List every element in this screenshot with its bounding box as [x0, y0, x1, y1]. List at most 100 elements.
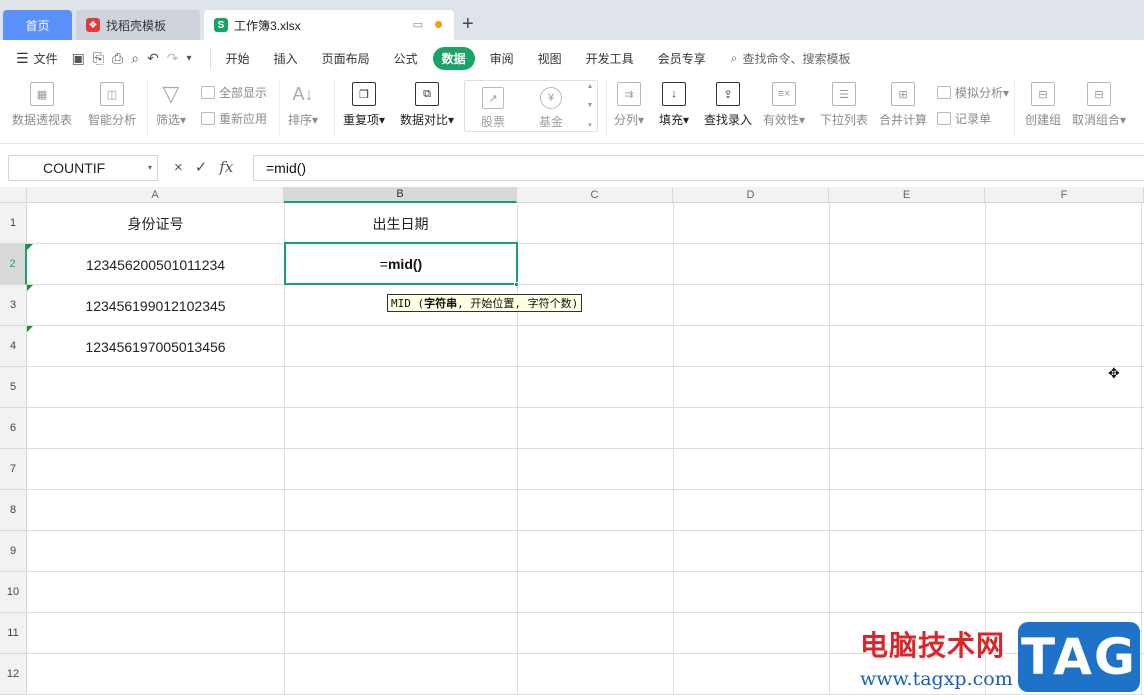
col-header-c[interactable]: C — [517, 187, 673, 203]
cell-b1-text: 出生日期 — [372, 215, 429, 232]
cancel-icon[interactable]: × — [174, 159, 183, 176]
stock-button[interactable]: ↗ 股票 — [481, 87, 505, 130]
filter-label: 筛选▾ — [156, 113, 187, 127]
duplicate-button[interactable]: ❐ 重复项▾ — [343, 82, 385, 128]
col-header-b[interactable]: B — [284, 187, 517, 203]
tooltip-function: MID ( — [391, 296, 425, 310]
name-box[interactable]: COUNTIF ▾ — [8, 155, 158, 181]
tab-template[interactable]: ❖ 找稻壳模板 — [76, 10, 200, 40]
new-tab-button[interactable]: + — [462, 12, 474, 36]
dropdown-list-button[interactable]: ☰ 下拉列表 — [820, 82, 868, 128]
confirm-icon[interactable]: ✓ — [195, 158, 208, 176]
cell-a2[interactable]: 123456200501011234 — [27, 244, 284, 285]
docer-logo-icon: ❖ — [86, 18, 100, 32]
preview-icon[interactable]: ⌕ — [131, 50, 139, 67]
ribbon: ▦ 数据透视表 ◫ 智能分析 ▽ 筛选▾ 全部显示 重新应用 A↓ 排序▾ ❐ … — [0, 76, 1144, 144]
ungroup-button[interactable]: ⊟ 取消组合▾ — [1072, 82, 1126, 128]
smart-analysis-icon: ◫ — [100, 82, 124, 106]
tab-workbook[interactable]: S 工作簿3.xlsx ▭ — [204, 10, 454, 40]
scroll-down-icon[interactable]: ▼ — [587, 102, 594, 109]
file-menu[interactable]: ☰ 文件 — [16, 50, 58, 67]
grid-line — [27, 571, 1144, 572]
consolidate-icon: ⊞ — [891, 82, 915, 106]
lookup-entry-button[interactable]: ⇪ 查找录入 — [704, 82, 752, 128]
dropdown-list-label: 下拉列表 — [820, 113, 869, 127]
col-header-e[interactable]: E — [829, 187, 985, 203]
active-cell-b2[interactable]: = mid() — [284, 242, 518, 285]
tab-workbook-label: 工作簿3.xlsx — [234, 18, 301, 33]
menu-start[interactable]: 开始 — [217, 47, 259, 70]
chevron-down-icon[interactable]: ▾ — [187, 53, 192, 64]
split-column-button[interactable]: ⇉ 分列▾ — [614, 82, 644, 128]
menu-member[interactable]: 会员专享 — [649, 47, 715, 70]
cell-b1[interactable]: 出生日期 — [284, 203, 517, 244]
menu-review[interactable]: 审阅 — [481, 47, 523, 70]
col-header-d[interactable]: D — [673, 187, 829, 203]
row-header-7[interactable]: 7 — [0, 449, 27, 490]
fill-handle[interactable] — [514, 282, 519, 287]
row-header-3[interactable]: 3 — [0, 285, 27, 326]
simulate-analysis-button[interactable]: 模拟分析▾ — [937, 84, 1009, 101]
data-compare-button[interactable]: ⧉ 数据对比▾ — [400, 82, 454, 128]
undo-icon[interactable]: ↶ — [147, 50, 159, 67]
row-header-6[interactable]: 6 — [0, 408, 27, 449]
watermark-url: www.tagxp.com — [860, 668, 1013, 690]
print-icon[interactable]: ⎙ — [112, 50, 123, 67]
pivot-table-button[interactable]: ▦ 数据透视表 — [12, 82, 72, 128]
cell-a3[interactable]: 123456199012102345 — [27, 285, 284, 326]
menu-page-layout[interactable]: 页面布局 — [313, 47, 379, 70]
row-header-11[interactable]: 11 — [0, 613, 27, 654]
tooltip-rest: , 开始位置, 字符个数) — [457, 297, 579, 310]
create-group-button[interactable]: ⊟ 创建组 — [1025, 82, 1061, 128]
cell-a4[interactable]: 123456197005013456 — [27, 326, 284, 367]
export-icon[interactable]: ⎘ — [93, 50, 104, 67]
select-all-corner[interactable] — [0, 187, 27, 203]
fill-button[interactable]: ↓ 填充▾ — [659, 82, 689, 128]
row-header-12[interactable]: 12 — [0, 654, 27, 695]
col-header-a[interactable]: A — [27, 187, 284, 203]
fund-button[interactable]: ¥ 基金 — [539, 87, 563, 130]
insert-function-icon[interactable]: fx — [219, 158, 233, 176]
chevron-down-icon[interactable]: ▾ — [148, 163, 152, 172]
row-header-2[interactable]: 2 — [0, 244, 27, 285]
monitor-icon[interactable]: ▭ — [413, 18, 423, 31]
smart-analysis-label: 智能分析 — [88, 113, 137, 127]
menu-data[interactable]: 数据 — [432, 46, 475, 70]
filter-button[interactable]: ▽ 筛选▾ — [156, 81, 187, 128]
sort-button[interactable]: A↓ 排序▾ — [288, 82, 318, 128]
create-group-icon: ⊟ — [1031, 82, 1055, 106]
cell-a1[interactable]: 身份证号 — [27, 203, 284, 244]
row-header-1[interactable]: 1 — [0, 203, 27, 244]
menu-insert[interactable]: 插入 — [265, 47, 307, 70]
formula-input[interactable]: =mid() — [253, 155, 1144, 181]
pivot-table-icon: ▦ — [30, 82, 54, 106]
scroll-up-icon[interactable]: ▲ — [587, 83, 594, 90]
menu-formula[interactable]: 公式 — [385, 47, 427, 70]
sort-label: 排序▾ — [288, 113, 319, 127]
expand-icon[interactable]: ▾ — [588, 121, 592, 129]
consolidate-button[interactable]: ⊞ 合并计算 — [879, 82, 927, 128]
menu-developer[interactable]: 开发工具 — [577, 47, 643, 70]
redo-icon[interactable]: ↷ — [167, 50, 179, 67]
command-search[interactable]: ⌕ 查找命令、搜索模板 — [731, 50, 851, 67]
spreadsheet-grid: A B C D E F 1 2 3 4 5 6 7 8 9 10 11 12 身… — [0, 187, 1144, 695]
row-header-4[interactable]: 4 — [0, 326, 27, 367]
show-all-button[interactable]: 全部显示 — [201, 84, 267, 101]
smart-analysis-button[interactable]: ◫ 智能分析 — [88, 82, 136, 128]
menu-view[interactable]: 视图 — [529, 47, 571, 70]
row-header-5[interactable]: 5 — [0, 367, 27, 408]
save-icon[interactable]: ▣ — [72, 50, 85, 67]
tab-home[interactable]: 首页 — [3, 10, 72, 40]
reapply-button[interactable]: 重新应用 — [201, 110, 267, 127]
record-form-button[interactable]: 记录单 — [937, 110, 991, 127]
row-header-8[interactable]: 8 — [0, 490, 27, 531]
gallery-scroll[interactable]: ▲ ▼ ▾ — [585, 83, 595, 129]
ribbon-separator — [279, 80, 280, 136]
validity-button[interactable]: ≡× 有效性▾ — [763, 82, 805, 128]
cell-a4-text: 123456197005013456 — [85, 338, 226, 355]
data-compare-icon: ⧉ — [415, 82, 440, 106]
row-header-10[interactable]: 10 — [0, 572, 27, 613]
filter-icon: ▽ — [162, 81, 180, 106]
row-header-9[interactable]: 9 — [0, 531, 27, 572]
col-header-f[interactable]: F — [985, 187, 1144, 203]
